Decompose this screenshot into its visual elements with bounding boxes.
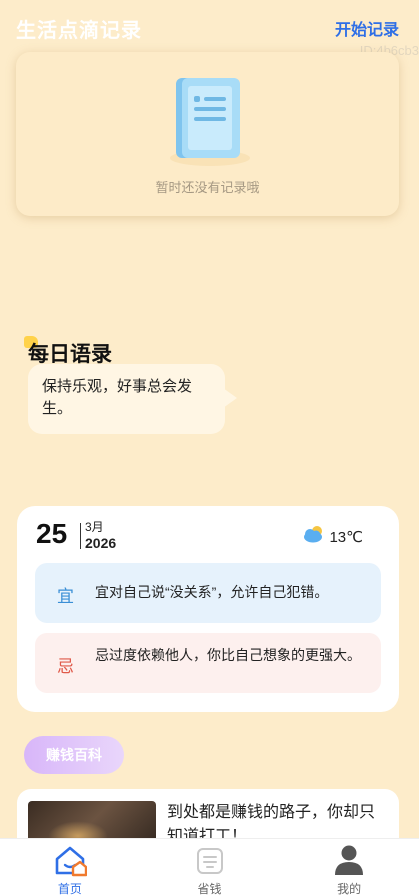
ji-text: 忌过度依赖他人，你比自己想象的更强大。	[95, 647, 361, 663]
cloud-sun-icon	[302, 525, 326, 548]
tab-save-money-label: 省钱	[197, 882, 222, 896]
daily-quote-bubble: 保持乐观，好事总会发生。	[28, 364, 237, 434]
calendar-year: 2026	[85, 535, 117, 551]
temperature: 13℃	[329, 528, 363, 546]
home-icon	[53, 843, 88, 882]
header-title: 生活点滴记录	[16, 20, 142, 42]
tab-home-label: 首页	[57, 882, 82, 896]
tab-home[interactable]: 首页	[0, 839, 140, 896]
yi-row: 宜 宜对自己说“没关系”，允许自己犯错。	[35, 563, 381, 623]
daily-quote-text: 保持乐观，好事总会发生。	[42, 378, 193, 417]
empty-records-card: 暂时还没有记录哦	[16, 52, 399, 216]
tab-save-money[interactable]: 省钱	[140, 839, 280, 896]
daily-quote-label: 每日语录	[28, 343, 112, 366]
ji-char: 忌	[57, 657, 74, 676]
weather: 13℃	[302, 525, 363, 548]
wallet-icon	[195, 843, 225, 882]
tab-mine[interactable]: 我的	[279, 839, 419, 896]
start-record-button[interactable]: 开始记录	[335, 16, 399, 40]
calendar-day: 25	[36, 518, 68, 549]
bottom-tab-bar: 首页 省钱 我的	[0, 838, 419, 896]
calendar-separator	[80, 523, 81, 549]
yi-text: 宜对自己说“没关系”，允许自己犯错。	[95, 584, 329, 600]
yi-char: 宜	[57, 587, 74, 606]
almanac-card: 25 3月 2026 13℃ 宜 宜对自己说“没关系”，允许自己犯错。 忌 忌过…	[17, 506, 399, 712]
document-icon	[168, 72, 252, 173]
empty-state-text: 暂时还没有记录哦	[155, 180, 260, 195]
tab-mine-label: 我的	[337, 882, 362, 896]
money-wiki-section-pill[interactable]: 赚钱百科	[24, 736, 124, 774]
calendar-month: 3月	[85, 520, 104, 534]
ji-row: 忌 忌过度依赖他人，你比自己想象的更强大。	[35, 633, 381, 693]
profile-icon	[333, 843, 365, 882]
